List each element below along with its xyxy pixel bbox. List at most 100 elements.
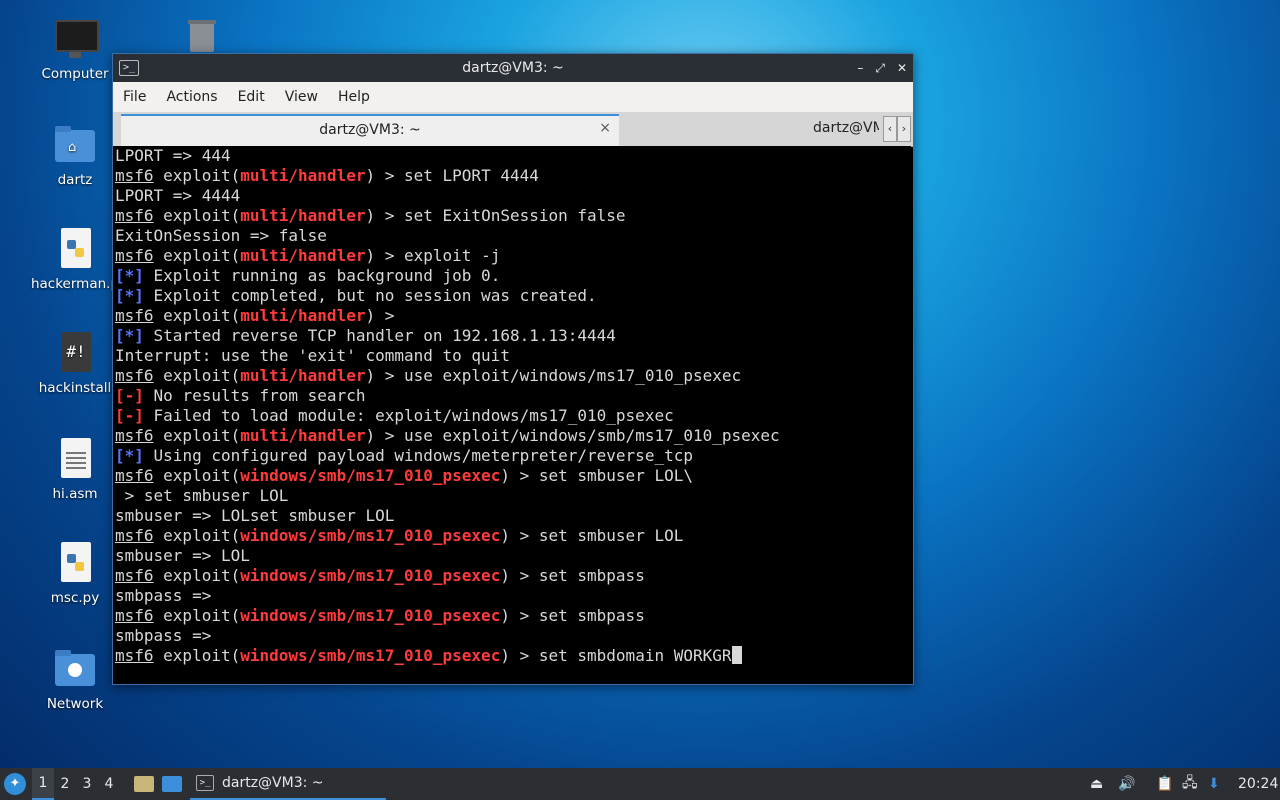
file-manager-launcher[interactable]	[134, 768, 154, 800]
desktop-icon-dartz[interactable]: ⌂ dartz	[27, 124, 123, 188]
desktop-icon-msc-py[interactable]: msc.py	[27, 542, 123, 606]
prompt-command: ) > set smbpass	[500, 606, 645, 625]
terminal-window[interactable]: >_ dartz@VM3: ~ – ⤢ ✕ File Actions Edit …	[112, 53, 914, 685]
workspace-3[interactable]: 3	[76, 776, 98, 792]
terminal-line: msf6 exploit(multi/handler) > use exploi…	[113, 366, 911, 386]
volume-icon: 🔊	[1118, 776, 1136, 792]
eject-icon: ⏏	[1090, 776, 1104, 792]
info-tag: [*]	[115, 446, 144, 465]
terminal-icon[interactable]: >_	[119, 60, 139, 76]
menu-bar: File Actions Edit View Help	[113, 82, 913, 112]
line-text: Failed to load module: exploit/windows/m…	[143, 406, 674, 425]
taskbar-task-terminal[interactable]: >_ dartz@VM3: ~	[190, 768, 386, 800]
prompt-module: windows/smb/ms17_010_psexec	[240, 646, 501, 665]
tray-network-button[interactable]: 🖧	[1182, 768, 1198, 800]
terminal-line: LPORT => 4444	[113, 186, 911, 206]
network-icon: 🖧	[1182, 775, 1198, 791]
line-text: LPORT => 4444	[115, 186, 241, 205]
prompt-user: msf6	[115, 206, 154, 225]
prompt-command: ) > exploit -j	[365, 246, 501, 265]
prompt-exploit: exploit(	[153, 206, 241, 225]
workspace-1[interactable]: 1	[32, 768, 54, 800]
prompt-module: multi/handler	[240, 246, 366, 265]
python-file-icon	[53, 228, 97, 272]
tray-volume-button[interactable]: 🔊	[1118, 768, 1135, 800]
minimize-button[interactable]: –	[857, 61, 863, 75]
desktop-icon-network[interactable]: Network	[27, 648, 123, 712]
taskbar: ✦ 1 2 3 4 >_ dartz@VM3: ~ ⏏ 🔊 📋 🖧 ⬇ 20:2…	[0, 768, 1280, 800]
terminal-line: msf6 exploit(multi/handler) > set LPORT …	[113, 166, 911, 186]
tab-label: dartz@VM	[813, 120, 879, 136]
desktop-icon-label: hackerman.p	[30, 276, 120, 292]
prompt-module: multi/handler	[240, 206, 366, 225]
tray-clipboard-button[interactable]: 📋	[1156, 768, 1173, 800]
line-text: smbpass =>	[115, 586, 212, 605]
tab-bar: dartz@VM3: ~ × dartz@VM ‹ ›	[113, 112, 913, 147]
desktop-icon-hackerman[interactable]: hackerman.p	[27, 228, 123, 292]
terminal-line: LPORT => 444	[113, 146, 911, 166]
tab-inactive[interactable]: dartz@VM	[623, 116, 879, 144]
terminal-line: msf6 exploit(multi/handler) > exploit -j	[113, 246, 911, 266]
terminal-line: ExitOnSession => false	[113, 226, 911, 246]
tab-close-button[interactable]: ×	[599, 120, 611, 136]
desktop-icon-hi-asm[interactable]: hi.asm	[27, 438, 123, 502]
tray-update-button[interactable]: ⬇	[1208, 768, 1220, 800]
start-menu-button[interactable]: ✦	[4, 768, 26, 800]
terminal-line: msf6 exploit(windows/smb/ms17_010_psexec…	[113, 606, 911, 626]
prompt-module: multi/handler	[240, 366, 366, 385]
prompt-exploit: exploit(	[153, 246, 241, 265]
terminal-line: msf6 exploit(multi/handler) > use exploi…	[113, 426, 911, 446]
menu-view[interactable]: View	[275, 89, 328, 105]
desktop-icon-computer[interactable]: Computer	[27, 18, 123, 82]
prompt-exploit: exploit(	[153, 426, 241, 445]
line-text: LPORT => 444	[115, 146, 231, 165]
workspace-2[interactable]: 2	[54, 776, 76, 792]
terminal-line: [*] Exploit running as background job 0.	[113, 266, 911, 286]
desktop-icon	[162, 776, 182, 792]
menu-actions[interactable]: Actions	[156, 89, 227, 105]
tray-eject-button[interactable]: ⏏	[1090, 768, 1103, 800]
line-text: No results from search	[143, 386, 366, 405]
terminal-line: msf6 exploit(windows/smb/ms17_010_psexec…	[113, 466, 911, 486]
prompt-module: multi/handler	[240, 306, 366, 325]
tab-active[interactable]: dartz@VM3: ~ ×	[121, 114, 619, 146]
menu-edit[interactable]: Edit	[228, 89, 275, 105]
line-text: smbuser => LOL	[115, 546, 250, 565]
tab-scroll-left-button[interactable]: ‹	[883, 116, 897, 142]
line-text: Exploit running as background job 0.	[143, 266, 501, 285]
prompt-user: msf6	[115, 306, 154, 325]
workspace-4[interactable]: 4	[98, 776, 120, 792]
terminal-output[interactable]: LPORT => 444 msf6 exploit(multi/handler) …	[113, 146, 911, 680]
terminal-line: msf6 exploit(windows/smb/ms17_010_psexec…	[113, 566, 911, 586]
window-title: dartz@VM3: ~	[462, 60, 564, 76]
desktop-icon-label: Computer	[41, 66, 109, 82]
terminal-line: > set smbuser LOL	[113, 486, 911, 506]
prompt-exploit: exploit(	[153, 466, 241, 485]
start-menu-icon: ✦	[4, 773, 26, 795]
prompt-command: ) >	[365, 306, 395, 325]
terminal-line: smbuser => LOLset smbuser LOL	[113, 506, 911, 526]
prompt-command: ) > set smbpass	[500, 566, 645, 585]
prompt-module: windows/smb/ms17_010_psexec	[240, 606, 501, 625]
line-text: Interrupt: use the 'exit' command to qui…	[115, 346, 510, 365]
prompt-module: multi/handler	[240, 426, 366, 445]
shell-script-icon: #!	[53, 332, 97, 376]
menu-help[interactable]: Help	[328, 89, 380, 105]
close-button[interactable]: ✕	[897, 61, 907, 75]
tab-label: dartz@VM3: ~	[319, 122, 421, 138]
prompt-module: multi/handler	[240, 166, 366, 185]
show-desktop-button[interactable]	[162, 768, 182, 800]
prompt-user: msf6	[115, 646, 154, 665]
monitor-icon	[53, 18, 99, 62]
prompt-command: ) > set smbuser LOL\	[500, 466, 693, 485]
menu-file[interactable]: File	[113, 89, 156, 105]
desktop-icon-hackinstall[interactable]: #! hackinstall	[27, 332, 123, 396]
update-icon: ⬇	[1208, 776, 1220, 792]
maximize-button[interactable]: ⤢	[875, 61, 885, 76]
window-titlebar[interactable]: >_ dartz@VM3: ~ – ⤢ ✕	[113, 54, 913, 82]
info-tag: [*]	[115, 326, 144, 345]
home-folder-icon: ⌂	[53, 124, 97, 168]
tab-scroll-right-button[interactable]: ›	[897, 116, 911, 142]
clock[interactable]: 20:24	[1238, 768, 1278, 800]
line-text: ExitOnSession => false	[115, 226, 327, 245]
